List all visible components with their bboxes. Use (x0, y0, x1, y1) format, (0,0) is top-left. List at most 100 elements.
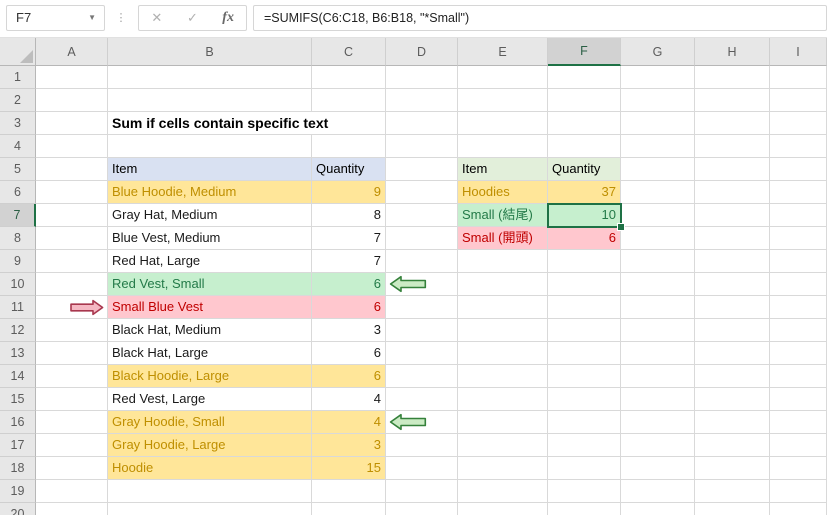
cell-I17[interactable] (770, 434, 827, 457)
insert-function-icon[interactable]: fx (213, 10, 243, 26)
cell-H4[interactable] (695, 135, 770, 158)
column-header-G[interactable]: G (621, 38, 695, 66)
row-header-10[interactable]: 10 (0, 273, 36, 296)
cell-A7[interactable] (36, 204, 108, 227)
cell-A13[interactable] (36, 342, 108, 365)
cell-B9[interactable]: Red Hat, Large (108, 250, 312, 273)
cell-G20[interactable] (621, 503, 695, 515)
cell-F4[interactable] (548, 135, 621, 158)
cell-H16[interactable] (695, 411, 770, 434)
cell-H1[interactable] (695, 66, 770, 89)
cell-B14[interactable]: Black Hoodie, Large (108, 365, 312, 388)
cell-H10[interactable] (695, 273, 770, 296)
cell-I14[interactable] (770, 365, 827, 388)
cell-C13[interactable]: 6 (312, 342, 386, 365)
cell-H18[interactable] (695, 457, 770, 480)
cell-G14[interactable] (621, 365, 695, 388)
cell-E8[interactable]: Small (開頭) (458, 227, 548, 250)
column-header-A[interactable]: A (36, 38, 108, 66)
cell-I8[interactable] (770, 227, 827, 250)
cell-E9[interactable] (458, 250, 548, 273)
enter-icon[interactable]: ✓ (177, 10, 207, 26)
cell-H5[interactable] (695, 158, 770, 181)
cell-C18[interactable]: 15 (312, 457, 386, 480)
cell-A6[interactable] (36, 181, 108, 204)
cell-D9[interactable] (386, 250, 458, 273)
cell-E12[interactable] (458, 319, 548, 342)
cell-B20[interactable] (108, 503, 312, 515)
cell-G9[interactable] (621, 250, 695, 273)
cell-A10[interactable] (36, 273, 108, 296)
row-header-19[interactable]: 19 (0, 480, 36, 503)
cell-A18[interactable] (36, 457, 108, 480)
cell-A2[interactable] (36, 89, 108, 112)
cell-D1[interactable] (386, 66, 458, 89)
row-header-11[interactable]: 11 (0, 296, 36, 319)
cell-C8[interactable]: 7 (312, 227, 386, 250)
cell-C7[interactable]: 8 (312, 204, 386, 227)
row-header-1[interactable]: 1 (0, 66, 36, 89)
cell-H15[interactable] (695, 388, 770, 411)
cell-F20[interactable] (548, 503, 621, 515)
cell-C20[interactable] (312, 503, 386, 515)
cell-B6[interactable]: Blue Hoodie, Medium (108, 181, 312, 204)
cell-A5[interactable] (36, 158, 108, 181)
cell-C19[interactable] (312, 480, 386, 503)
cell-H11[interactable] (695, 296, 770, 319)
cell-F5[interactable]: Quantity (548, 158, 621, 181)
row-header-18[interactable]: 18 (0, 457, 36, 480)
cell-C2[interactable] (312, 89, 386, 112)
cell-C15[interactable]: 4 (312, 388, 386, 411)
cell-A17[interactable] (36, 434, 108, 457)
cell-C6[interactable]: 9 (312, 181, 386, 204)
cell-E19[interactable] (458, 480, 548, 503)
cell-H14[interactable] (695, 365, 770, 388)
cell-I5[interactable] (770, 158, 827, 181)
formula-input[interactable]: =SUMIFS(C6:C18, B6:B18, "*Small") (253, 5, 827, 31)
cell-A3[interactable] (36, 112, 108, 135)
cell-F17[interactable] (548, 434, 621, 457)
cell-E10[interactable] (458, 273, 548, 296)
name-box-dropdown-icon[interactable]: ▼ (88, 6, 96, 30)
row-header-4[interactable]: 4 (0, 135, 36, 158)
cell-I16[interactable] (770, 411, 827, 434)
cell-G18[interactable] (621, 457, 695, 480)
cell-E11[interactable] (458, 296, 548, 319)
cell-A15[interactable] (36, 388, 108, 411)
cell-E1[interactable] (458, 66, 548, 89)
cell-G16[interactable] (621, 411, 695, 434)
cell-I20[interactable] (770, 503, 827, 515)
cell-G12[interactable] (621, 319, 695, 342)
cell-D2[interactable] (386, 89, 458, 112)
cancel-icon[interactable]: ✕ (142, 10, 172, 26)
cell-I11[interactable] (770, 296, 827, 319)
cell-C17[interactable]: 3 (312, 434, 386, 457)
cell-I12[interactable] (770, 319, 827, 342)
cell-G3[interactable] (621, 112, 695, 135)
row-header-7[interactable]: 7 (0, 204, 36, 227)
cell-I7[interactable] (770, 204, 827, 227)
cell-F7[interactable]: 10 (548, 204, 621, 227)
cell-B4[interactable] (108, 135, 312, 158)
cell-B18[interactable]: Hoodie (108, 457, 312, 480)
column-header-B[interactable]: B (108, 38, 312, 66)
cell-E5[interactable]: Item (458, 158, 548, 181)
row-header-3[interactable]: 3 (0, 112, 36, 135)
cell-F3[interactable] (548, 112, 621, 135)
cell-G11[interactable] (621, 296, 695, 319)
cell-E17[interactable] (458, 434, 548, 457)
cell-C11[interactable]: 6 (312, 296, 386, 319)
cell-D19[interactable] (386, 480, 458, 503)
cell-D13[interactable] (386, 342, 458, 365)
cell-I9[interactable] (770, 250, 827, 273)
cell-C16[interactable]: 4 (312, 411, 386, 434)
cell-I6[interactable] (770, 181, 827, 204)
cell-F16[interactable] (548, 411, 621, 434)
cell-F11[interactable] (548, 296, 621, 319)
cell-H17[interactable] (695, 434, 770, 457)
cell-E3[interactable] (458, 112, 548, 135)
cell-B10[interactable]: Red Vest, Small (108, 273, 312, 296)
cell-F12[interactable] (548, 319, 621, 342)
row-header-6[interactable]: 6 (0, 181, 36, 204)
name-box[interactable]: F7 ▼ (6, 5, 105, 31)
